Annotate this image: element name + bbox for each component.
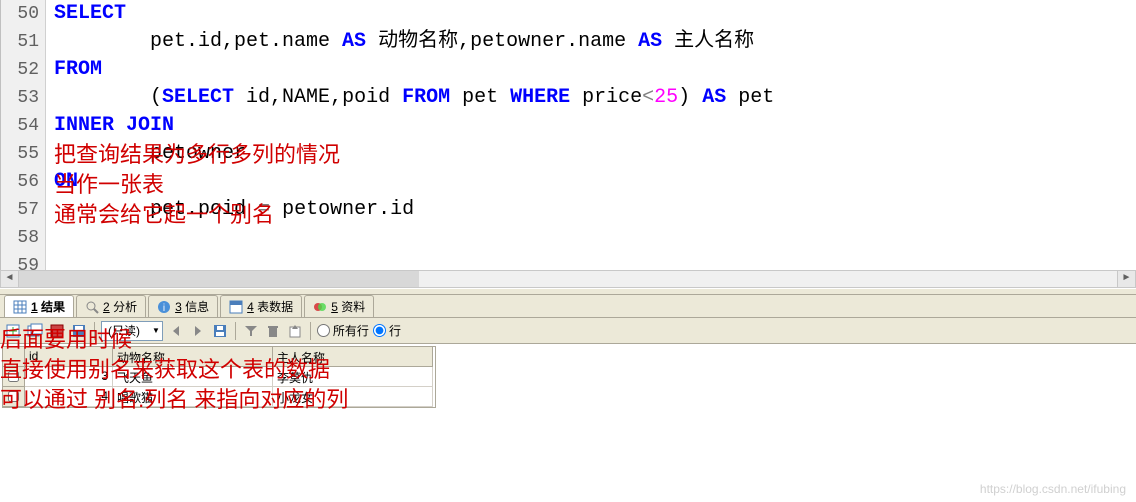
- scroll-right-arrow[interactable]: ►: [1117, 271, 1135, 287]
- tab-tabledata[interactable]: 4 表数据: [220, 295, 302, 317]
- code-content[interactable]: SELECT pet.id,pet.name AS 动物名称,petowner.…: [46, 0, 1136, 270]
- svg-text:i: i: [163, 303, 165, 314]
- line-number: 51: [1, 28, 39, 56]
- line-number: 53: [1, 84, 39, 112]
- horizontal-scrollbar[interactable]: ◄ ►: [0, 270, 1136, 288]
- watermark: https://blog.csdn.net/ifubing: [980, 482, 1126, 496]
- tab-docs[interactable]: 5 资料: [304, 295, 374, 317]
- radio-row[interactable]: 行: [373, 322, 401, 339]
- line-gutter: 50 51 52 53 54 55 56 57 58 59: [1, 0, 46, 270]
- sql-keyword: SELECT: [54, 2, 126, 25]
- result-tabs: 1 结果 2 分析 i 3 信息 4 表数据 5 资料: [0, 294, 1136, 318]
- code-editor: 50 51 52 53 54 55 56 57 58 59 SELECT pet…: [0, 0, 1136, 270]
- annotation-overlay: 后面要用时候 直接使用别名来获取这个表的数据 可以通过 别名.列名 来指向对应的…: [0, 325, 348, 415]
- annotation-line: 后面要用时候: [0, 325, 348, 355]
- scroll-left-arrow[interactable]: ◄: [1, 271, 19, 287]
- table-icon: [229, 300, 243, 314]
- tab-analyze[interactable]: 2 分析: [76, 295, 146, 317]
- line-number: 55: [1, 140, 39, 168]
- line-number: 57: [1, 196, 39, 224]
- line-number: 56: [1, 168, 39, 196]
- line-number: 52: [1, 56, 39, 84]
- annotation-line: 当作一张表: [54, 170, 340, 200]
- chart-icon: [313, 300, 327, 314]
- scroll-thumb[interactable]: [19, 271, 419, 287]
- tab-result[interactable]: 1 结果: [4, 295, 74, 317]
- line-number: 54: [1, 112, 39, 140]
- annotation-line: 可以通过 别名.列名 来指向对应的列: [0, 385, 348, 415]
- annotation-line: 把查询结果为多行多列的情况: [54, 140, 340, 170]
- annotation-overlay: 把查询结果为多行多列的情况 当作一张表 通常会给它起一个别名: [54, 140, 340, 230]
- annotation-line: 直接使用别名来获取这个表的数据: [0, 355, 348, 385]
- search-icon: [85, 300, 99, 314]
- info-icon: i: [157, 300, 171, 314]
- tab-info[interactable]: i 3 信息: [148, 295, 218, 317]
- line-number: 58: [1, 224, 39, 252]
- line-number: 50: [1, 0, 39, 28]
- annotation-line: 通常会给它起一个别名: [54, 200, 340, 230]
- grid-icon: [13, 300, 27, 314]
